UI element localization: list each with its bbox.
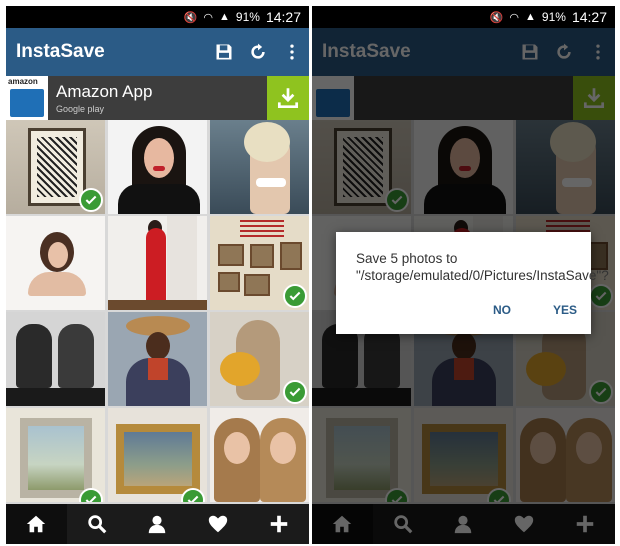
ad-app-name: Amazon App (56, 82, 153, 101)
ad-banner[interactable]: amazon Amazon App Google play (6, 76, 309, 120)
yes-button[interactable]: YES (553, 296, 577, 324)
profile-icon[interactable] (127, 504, 188, 544)
checkmark-icon (283, 380, 307, 404)
signal-icon: ▲ (525, 11, 536, 23)
photo-tile[interactable] (6, 312, 105, 406)
no-button[interactable]: NO (493, 296, 511, 324)
photo-tile[interactable] (210, 408, 309, 502)
photo-tile[interactable] (108, 120, 207, 214)
more-vert-icon[interactable] (275, 28, 309, 76)
download-icon[interactable] (267, 76, 309, 120)
clock: 14:27 (571, 9, 607, 25)
battery-percent: 91% (541, 10, 566, 24)
gallery-wall-text (240, 220, 284, 238)
photo-tile[interactable] (108, 216, 207, 310)
status-bar: 🔇 ◠ ▲ 91% 14:27 (6, 6, 309, 28)
battery-percent: 91% (235, 10, 260, 24)
app-title: InstaSave (16, 41, 105, 62)
checkmark-icon (79, 488, 103, 502)
refresh-icon[interactable] (241, 28, 275, 76)
mute-icon: 🔇 (489, 11, 504, 24)
phone-screen-left: 🔇 ◠ ▲ 91% 14:27 InstaSave amazon Amazon … (6, 6, 309, 544)
dialog-message: Save 5 photos to "/storage/emulated/0/Pi… (356, 251, 609, 283)
checkmark-icon (79, 188, 103, 212)
photo-tile[interactable] (6, 408, 105, 502)
photo-tile[interactable] (210, 312, 309, 406)
heart-icon[interactable] (188, 504, 249, 544)
save-confirm-dialog: Save 5 photos to "/storage/emulated/0/Pi… (336, 232, 609, 334)
signal-icon: ▲ (219, 11, 230, 23)
photo-tile[interactable] (6, 216, 105, 310)
checkmark-icon (181, 488, 205, 502)
ad-text: Amazon App Google play (48, 82, 267, 114)
home-icon[interactable] (6, 504, 67, 544)
ad-store-label: Google play (56, 104, 105, 114)
app-bar: InstaSave (6, 28, 309, 76)
bottom-nav (6, 504, 309, 544)
wifi-icon: ◠ (509, 11, 520, 24)
cart-icon (10, 89, 44, 117)
photo-tile[interactable] (210, 120, 309, 214)
photo-tile[interactable] (108, 408, 207, 502)
phone-screen-right: 🔇 ◠ ▲ 91% 14:27 InstaSave (312, 6, 615, 544)
photo-tile[interactable] (6, 120, 105, 214)
plus-icon[interactable] (248, 504, 309, 544)
clock: 14:27 (265, 9, 301, 25)
status-bar: 🔇 ◠ ▲ 91% 14:27 (312, 6, 615, 28)
photo-tile[interactable] (210, 216, 309, 310)
photo-grid (6, 120, 309, 504)
save-icon[interactable] (207, 28, 241, 76)
amazon-logo-text: amazon (8, 77, 38, 86)
checkmark-icon (283, 284, 307, 308)
search-icon[interactable] (67, 504, 128, 544)
photo-tile[interactable] (108, 312, 207, 406)
wifi-icon: ◠ (203, 11, 214, 24)
mute-icon: 🔇 (183, 11, 198, 24)
amazon-logo-icon: amazon (6, 76, 48, 120)
